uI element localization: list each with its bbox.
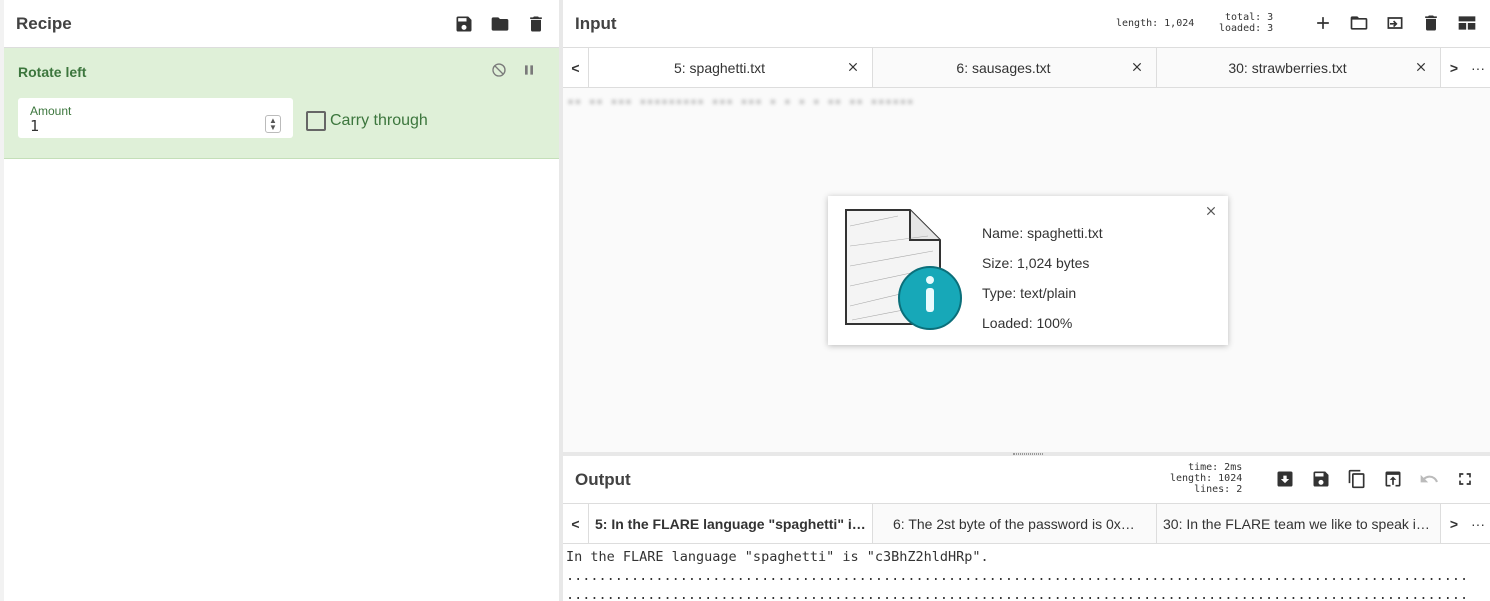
file-loaded: Loaded: 100% xyxy=(982,315,1073,331)
save-icon[interactable] xyxy=(1310,468,1332,490)
recipe-toolbar xyxy=(453,13,547,35)
output-tab-label: 5: In the FLARE language "spaghetti" i… xyxy=(595,515,866,532)
undo-icon[interactable] xyxy=(1418,468,1440,490)
file-details-card: Name: spaghetti.txt Size: 1,024 bytes Ty… xyxy=(828,196,1228,345)
output-time: time: 2ms xyxy=(1188,462,1243,473)
input-tab-next[interactable]: > xyxy=(1441,48,1467,87)
input-tab-prev[interactable]: < xyxy=(563,48,589,87)
output-lines: lines: 2 xyxy=(1194,484,1243,495)
carry-through-option[interactable]: Carry through xyxy=(306,111,428,131)
output-toolbar xyxy=(1274,468,1476,490)
add-tab-icon[interactable] xyxy=(1312,12,1334,34)
input-totals: total: 3 loaded: 3 xyxy=(1219,12,1273,34)
output-tab-next[interactable]: > xyxy=(1441,504,1467,543)
folder-icon[interactable] xyxy=(489,13,511,35)
close-icon[interactable] xyxy=(1130,60,1144,74)
open-file-icon[interactable] xyxy=(1384,12,1406,34)
output-tab-2[interactable]: 30: In the FLARE team we like to speak i… xyxy=(1157,504,1441,543)
output-stats: time: 2ms length: 1024 lines: 2 xyxy=(1170,462,1242,495)
output-tab-label: 6: The 2st byte of the password is 0x34 xyxy=(893,515,1136,532)
input-tab-1[interactable]: 6: sausages.txt xyxy=(873,48,1157,87)
file-type: Type: text/plain xyxy=(982,285,1077,301)
carry-through-checkbox[interactable] xyxy=(306,111,326,131)
output-length: length: 1024 xyxy=(1170,473,1243,484)
amount-field[interactable]: Amount 1 ▲ ▼ xyxy=(18,98,293,138)
save-icon[interactable] xyxy=(453,13,475,35)
output-tabs: < 5: In the FLARE language "spaghetti" i… xyxy=(563,504,1490,544)
output-header: Output time: 2ms length: 1024 lines: 2 xyxy=(563,456,1490,504)
cyberchef-app: Recipe Rotate left Amount 1 ▲ ▼ Carry th… xyxy=(0,0,1490,601)
disable-icon[interactable] xyxy=(491,62,507,83)
clear-input-icon[interactable] xyxy=(1420,12,1442,34)
output-tab-more[interactable]: ··· xyxy=(1467,504,1489,543)
recipe-title: Recipe xyxy=(16,13,72,33)
output-title: Output xyxy=(575,469,631,489)
operation-controls xyxy=(491,62,537,83)
output-pane: Output time: 2ms length: 1024 lines: 2 <… xyxy=(563,456,1490,601)
maximize-icon[interactable] xyxy=(1454,468,1476,490)
amount-label: Amount xyxy=(30,104,72,118)
input-tabs: < 5: spaghetti.txt 6: sausages.txt 30: s… xyxy=(563,48,1490,88)
output-text[interactable]: In the FLARE language "spaghetti" is "c3… xyxy=(563,544,1490,601)
file-info-icon xyxy=(845,209,962,330)
trash-icon[interactable] xyxy=(525,13,547,35)
output-tab-prev[interactable]: < xyxy=(563,504,589,543)
input-total: total: 3 xyxy=(1225,12,1274,23)
input-length: length: 1,024 xyxy=(1116,18,1195,29)
input-tab-2[interactable]: 30: strawberries.txt xyxy=(1157,48,1441,87)
input-tab-label: 6: sausages.txt xyxy=(956,59,1051,76)
input-tab-0[interactable]: 5: spaghetti.txt xyxy=(589,48,873,87)
output-line: ........................................… xyxy=(566,587,1469,601)
input-pane: Input length: 1,024 total: 3 loaded: 3 <… xyxy=(563,0,1490,452)
input-title: Input xyxy=(575,13,617,33)
replace-input-icon[interactable] xyxy=(1382,468,1404,490)
open-folder-icon[interactable] xyxy=(1348,12,1370,34)
carry-through-label[interactable]: Carry through xyxy=(330,112,428,130)
close-icon[interactable] xyxy=(1204,204,1218,218)
file-info: Name: spaghetti.txt Size: 1,024 bytes Ty… xyxy=(982,218,1103,338)
file-size: Size: 1,024 bytes xyxy=(982,255,1090,271)
close-icon[interactable] xyxy=(1414,60,1428,74)
amount-stepper[interactable]: ▲ ▼ xyxy=(265,115,281,133)
output-tab-1[interactable]: 6: The 2st byte of the password is 0x34 xyxy=(873,504,1157,543)
pause-icon[interactable] xyxy=(521,62,537,83)
input-loaded: loaded: 3 xyxy=(1219,23,1274,34)
save-to-file-icon[interactable] xyxy=(1274,468,1296,490)
recipe-header: Recipe xyxy=(4,0,559,48)
recipe-pane: Recipe Rotate left Amount 1 ▲ ▼ Carry th… xyxy=(4,0,559,601)
input-tab-label: 30: strawberries.txt xyxy=(1228,59,1347,76)
input-header: Input length: 1,024 total: 3 loaded: 3 xyxy=(563,0,1490,48)
chevron-down-icon[interactable]: ▼ xyxy=(269,124,277,132)
operation-rotate-left[interactable]: Rotate left Amount 1 ▲ ▼ Carry through xyxy=(4,48,559,159)
input-toolbar xyxy=(1312,12,1478,34)
input-text-blurred: ▪▪ ▪▪ ▪▪▪ ▪▪▪▪▪▪▪▪▪ ▪▪▪ ▪▪▪ ▪ ▪ ▪ ▪ ▪▪ ▪… xyxy=(567,94,914,108)
file-name: Name: spaghetti.txt xyxy=(982,225,1103,241)
amount-value[interactable]: 1 xyxy=(30,117,39,135)
resizer-grip[interactable] xyxy=(1013,453,1043,455)
copy-icon[interactable] xyxy=(1346,468,1368,490)
reset-layout-icon[interactable] xyxy=(1456,12,1478,34)
output-tab-0[interactable]: 5: In the FLARE language "spaghetti" i… xyxy=(589,504,873,543)
output-line: In the FLARE language "spaghetti" is "c3… xyxy=(566,549,989,565)
operation-title: Rotate left xyxy=(18,64,87,80)
output-tab-label: 30: In the FLARE team we like to speak i… xyxy=(1163,515,1430,532)
input-tab-more[interactable]: ··· xyxy=(1467,48,1489,87)
input-tab-label: 5: spaghetti.txt xyxy=(673,59,766,76)
close-icon[interactable] xyxy=(846,60,860,74)
output-line: ........................................… xyxy=(566,568,1469,584)
